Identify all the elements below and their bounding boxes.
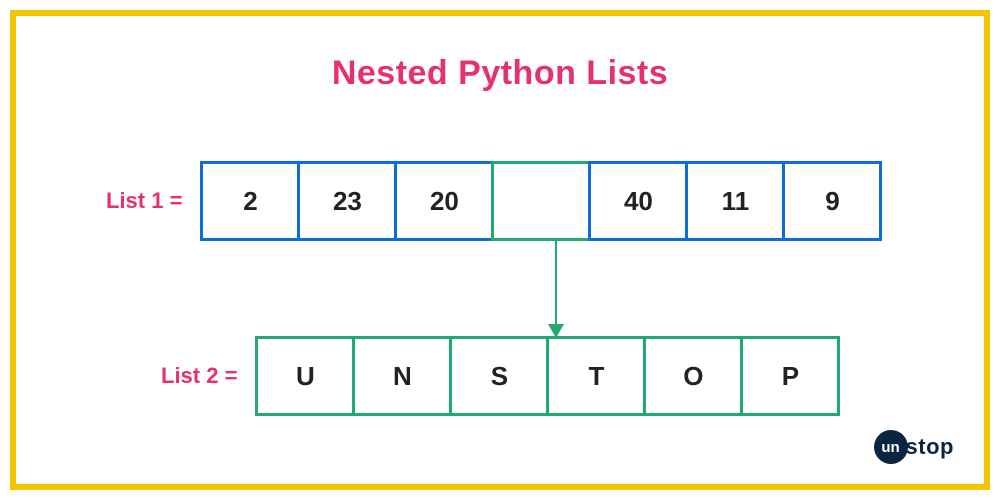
list2-cell: U [255, 336, 355, 416]
list2-cell: S [449, 336, 549, 416]
list2-cell: P [740, 336, 840, 416]
brand-logo-text: stop [906, 434, 954, 460]
list2-cells: U N S T O P [255, 336, 840, 416]
list1-row: List 1 = 2 23 20 40 11 9 [106, 161, 882, 241]
list2-cell: N [352, 336, 452, 416]
brand-logo: un stop [874, 430, 954, 464]
brand-logo-circle: un [874, 430, 908, 464]
list1-cell: 9 [782, 161, 882, 241]
list1-cell: 23 [297, 161, 397, 241]
nested-arrow-icon [555, 241, 557, 336]
diagram-frame: Nested Python Lists List 1 = 2 23 20 40 … [10, 10, 990, 490]
list2-label: List 2 = [161, 363, 237, 389]
list1-label: List 1 = [106, 188, 182, 214]
list2-row: List 2 = U N S T O P [161, 336, 840, 416]
list2-cell: T [546, 336, 646, 416]
list1-nested-cell [491, 161, 591, 241]
list2-cell: O [643, 336, 743, 416]
list1-cell: 2 [200, 161, 300, 241]
diagram-title: Nested Python Lists [16, 54, 984, 93]
list1-cell: 11 [685, 161, 785, 241]
list1-cell: 40 [588, 161, 688, 241]
list1-cells: 2 23 20 40 11 9 [200, 161, 882, 241]
list1-cell: 20 [394, 161, 494, 241]
